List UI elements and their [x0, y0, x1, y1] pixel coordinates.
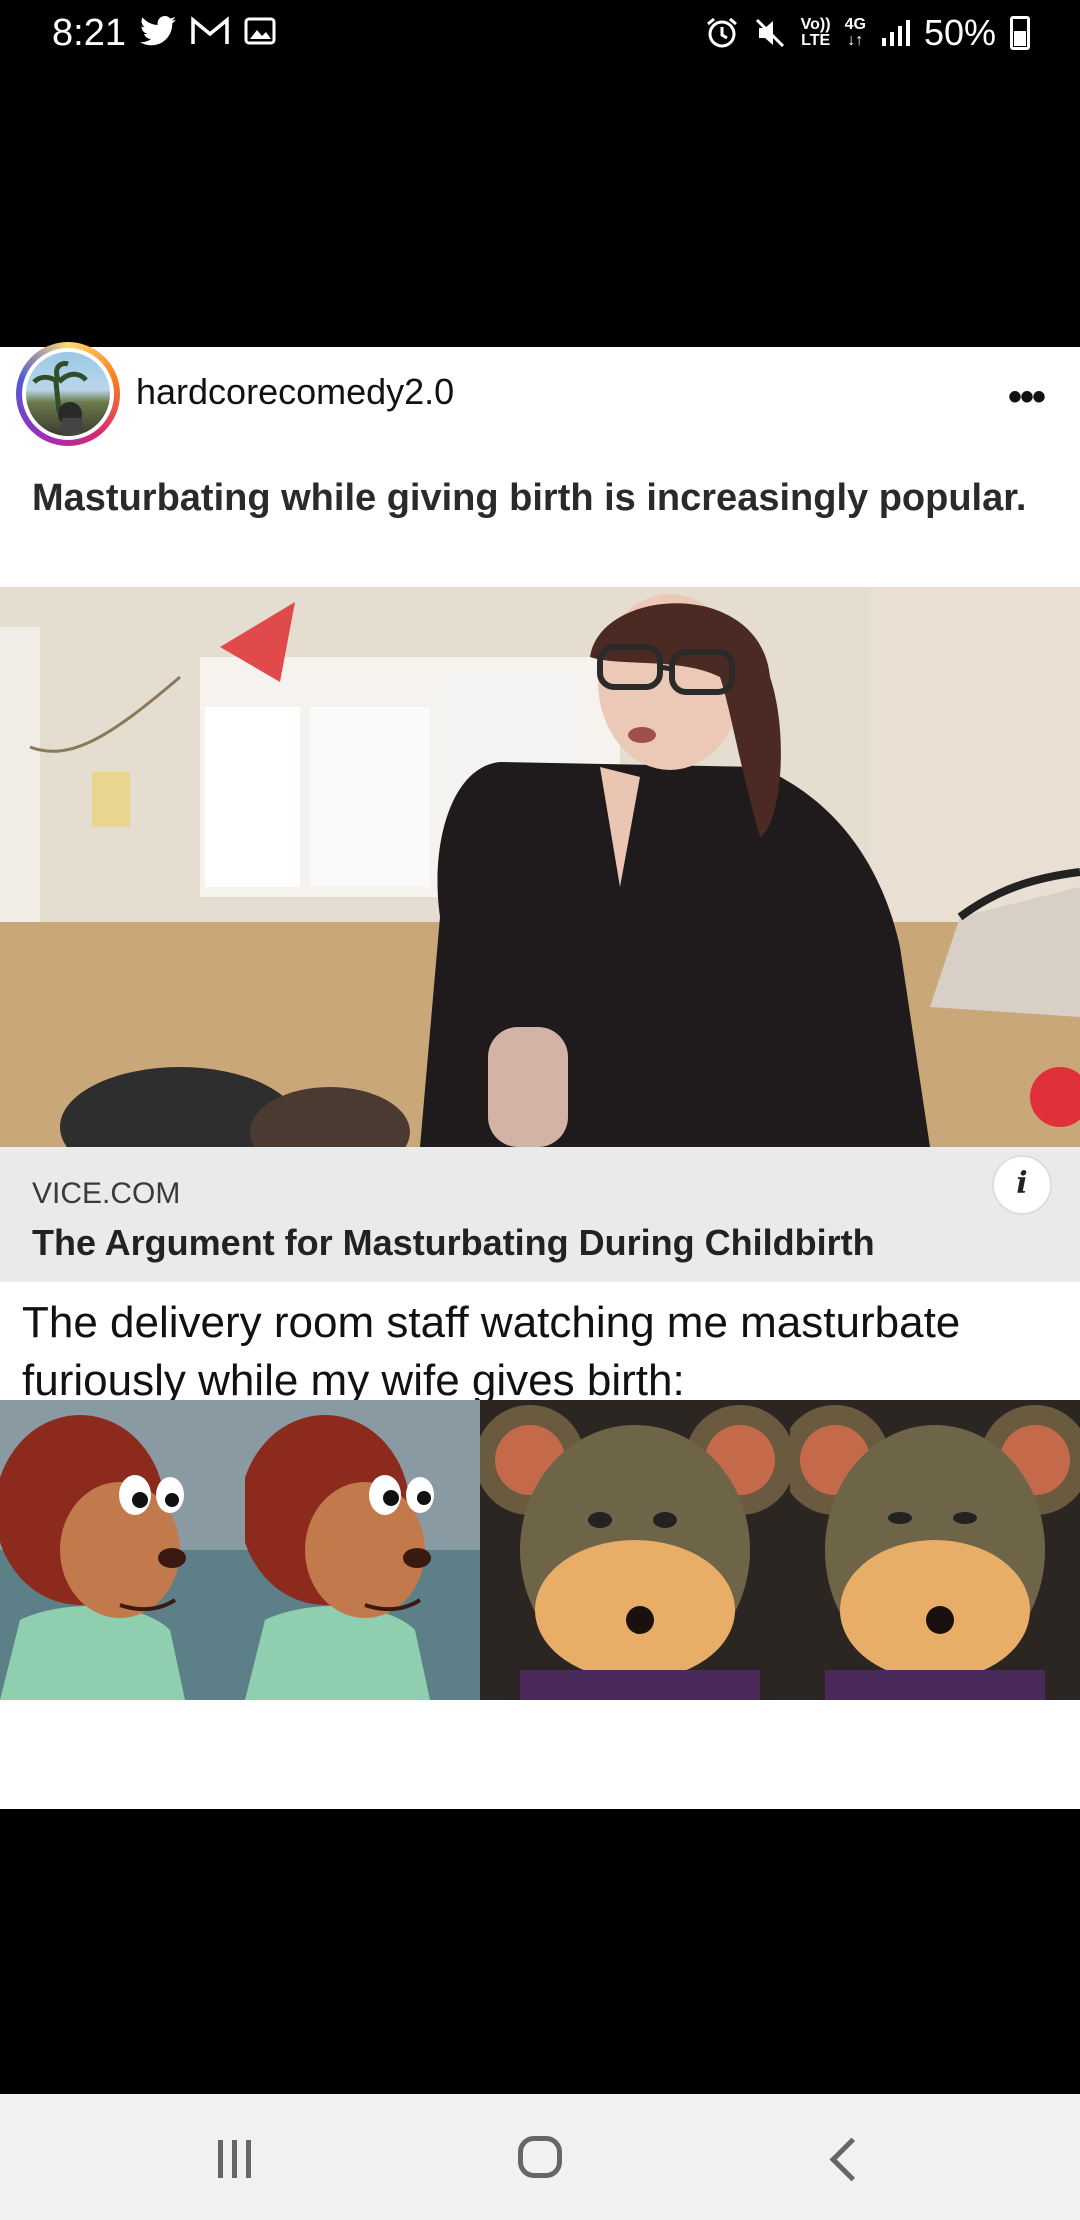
info-icon[interactable]: i: [992, 1155, 1052, 1215]
mouse-mascot-image: [480, 1400, 790, 1700]
link-domain: VICE.COM: [32, 1177, 181, 1210]
battery-icon: [1010, 16, 1030, 50]
link-title: The Argument for Masturbating During Chi…: [32, 1222, 875, 1263]
signal-icon: [881, 20, 910, 46]
status-bar: 8:21 Vo)) LTE 4G ↓↑ 50%: [0, 0, 1080, 70]
system-icons: Vo)) LTE 4G ↓↑ 50%: [705, 12, 1030, 54]
monkey-puppet-image: [0, 1400, 245, 1700]
photo-illustration: [0, 587, 1080, 1147]
meme-headline: Masturbating while giving birth is incre…: [0, 462, 1080, 587]
recent-apps-icon[interactable]: [218, 2140, 251, 2178]
mouse-mascot-panel-1: [480, 1400, 790, 1700]
data-arrows-icon: ↓↑: [847, 32, 864, 49]
more-options-icon[interactable]: •••: [1008, 375, 1046, 420]
monkey-puppet-image: [245, 1400, 480, 1700]
mouse-mascot-panel-2: [790, 1400, 1080, 1700]
post-card: hardcorecomedy2.0 ••• Masturbating while…: [0, 342, 1080, 1809]
monkey-puppet-panel-1: [0, 1400, 245, 1700]
mute-icon: [755, 18, 784, 48]
reaction-panels: [0, 1400, 1080, 1700]
meme-caption: The delivery room staff watching me mast…: [0, 1282, 1080, 1405]
headline-text: Masturbating while giving birth is incre…: [32, 477, 1027, 519]
system-nav-bar: [0, 2094, 1080, 2220]
article-photo: [0, 587, 1080, 1147]
username[interactable]: hardcorecomedy2.0: [136, 371, 454, 413]
clock: 8:21: [52, 12, 126, 54]
mouse-mascot-image: [790, 1400, 1080, 1700]
network-indicator: 4G ↓↑: [844, 16, 866, 49]
back-icon[interactable]: [829, 2137, 874, 2182]
post-header: hardcorecomedy2.0 •••: [0, 342, 1080, 463]
notification-icons: [140, 16, 276, 46]
gallery-icon: [244, 17, 276, 45]
battery-percent: 50%: [923, 12, 996, 53]
alarm-icon: [706, 17, 737, 48]
monkey-puppet-panel-2: [245, 1400, 480, 1700]
twitter-icon: [140, 16, 176, 46]
link-preview[interactable]: VICE.COM The Argument for Masturbating D…: [0, 1147, 1080, 1282]
gmail-icon: [191, 16, 229, 44]
home-icon[interactable]: [518, 2136, 562, 2178]
avatar[interactable]: [22, 348, 114, 440]
caption-text: The delivery room staff watching me mast…: [22, 1298, 961, 1405]
avatar-image: [32, 361, 88, 436]
volte-indicator: Vo)) LTE: [800, 16, 831, 49]
